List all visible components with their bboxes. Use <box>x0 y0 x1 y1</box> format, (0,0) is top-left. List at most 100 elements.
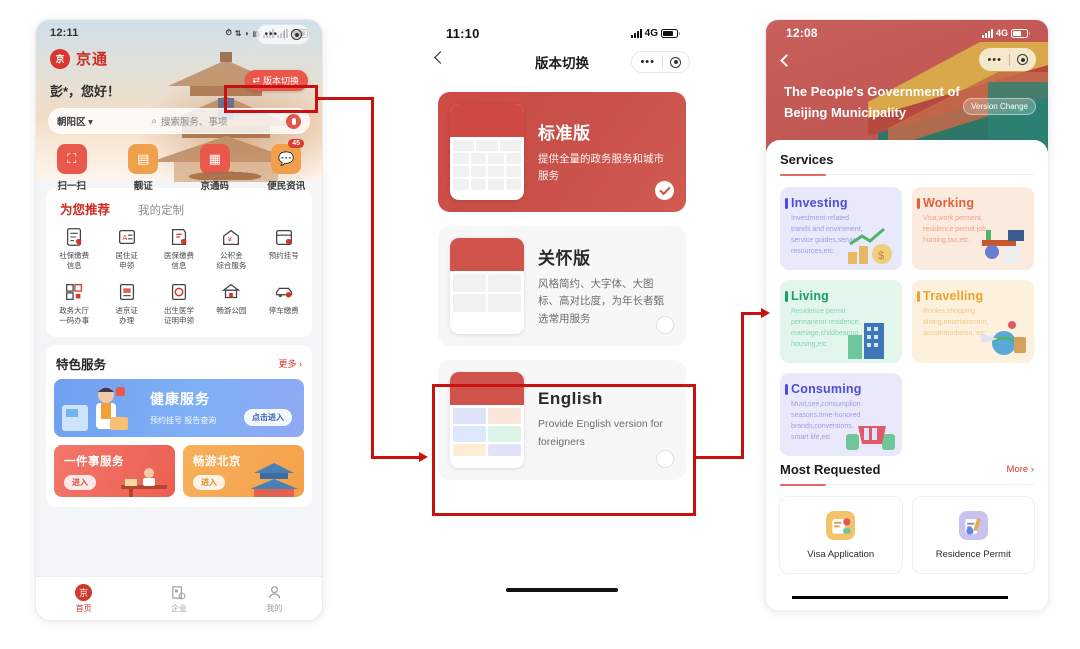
back-chevron-icon[interactable] <box>780 54 793 67</box>
quick-action-news[interactable]: 45 💬 便民资讯 <box>251 139 323 192</box>
battery-icon <box>1011 28 1030 38</box>
service-item[interactable]: 停车缴费 <box>258 281 310 326</box>
version-radio-care[interactable] <box>656 316 674 334</box>
most-requested-grid: Visa Application Residence Permit <box>780 497 1034 573</box>
featured-more-link[interactable]: 更多 › <box>279 357 303 370</box>
target-icon[interactable] <box>291 29 302 40</box>
most-requested-more-link[interactable]: More › <box>1007 464 1034 475</box>
banner-one-thing-service[interactable]: 一件事服务 进入 <box>54 444 175 497</box>
wechat-capsule-phone3[interactable]: ••• <box>979 48 1036 71</box>
requested-label: Visa Application <box>807 548 875 560</box>
english-hero: 12:08 4G ••• The People's Government of … <box>766 20 1048 152</box>
service-item[interactable]: 出生医学 证明申领 <box>153 281 205 326</box>
service-label-2: 证明申领 <box>163 316 194 326</box>
version-card-care[interactable]: 关怀版 风格简约、大字体、大图标、高对比度，为年长者甄选常用服务 <box>438 226 686 346</box>
enterprise-icon <box>172 585 186 599</box>
quick-action-id[interactable]: ▤ 靓证 <box>108 144 180 192</box>
service-card-investing[interactable]: Investing Investment-related trands and … <box>780 187 902 270</box>
tabbar-item-mine[interactable]: 我的 <box>227 584 322 614</box>
requested-item-visa[interactable]: Visa Application <box>780 497 902 573</box>
bottom-tabbar: 京 首页 企业 我的 <box>36 576 322 620</box>
quick-action-label: 扫一扫 <box>57 181 86 192</box>
temple-illustration <box>150 52 302 182</box>
park-icon <box>222 284 241 299</box>
wechat-capsule-phone1[interactable]: ••• <box>256 24 310 45</box>
tab-custom[interactable]: 我的定制 <box>124 202 198 218</box>
preview-body <box>450 137 524 195</box>
preview-row <box>453 153 521 164</box>
doctor-illustration <box>62 386 128 431</box>
screenshot-canvas: 12:11 ⏱ ⇅ ◗ ▤ 京 京通 ••• <box>0 0 1080 649</box>
version-desc: 提供全量的政务服务和城市服务 <box>538 152 664 182</box>
id-doc-icon: A <box>118 229 135 245</box>
travel-icon <box>980 321 1026 355</box>
connector-segment-v <box>371 97 374 459</box>
status-time: 12:08 <box>786 26 818 40</box>
redaction-line <box>792 596 1008 599</box>
service-item[interactable]: 医保缴费 信息 <box>153 226 205 271</box>
cart-icon <box>846 426 895 450</box>
mic-icon[interactable] <box>286 113 301 129</box>
home-icon: 京 <box>75 583 93 601</box>
service-item[interactable]: 社保缴费 信息 <box>48 226 100 271</box>
version-title: 关怀版 <box>538 249 591 269</box>
service-item[interactable]: 畅游公园 <box>205 281 257 326</box>
navbar-phone2: 版本切换 ••• <box>420 46 704 78</box>
banner-button[interactable]: 进入 <box>64 474 96 490</box>
residence-doc-icon <box>958 510 988 540</box>
back-chevron-icon[interactable] <box>434 51 447 64</box>
preview-header <box>450 104 524 137</box>
banner-button[interactable]: 进入 <box>193 474 225 490</box>
version-selected-check-icon[interactable] <box>655 181 674 200</box>
wechat-capsule-phone2[interactable]: ••• <box>631 51 690 73</box>
tabbar-item-enterprise[interactable]: 企业 <box>131 584 226 614</box>
requested-item-residence[interactable]: Residence Permit <box>912 497 1034 573</box>
alarm-icon: ⏱ <box>225 28 232 37</box>
capsule-divider <box>284 29 285 40</box>
service-card-title: Travelling <box>923 289 984 303</box>
clipboard-icon <box>67 228 82 246</box>
more-dots-icon[interactable]: ••• <box>987 54 1002 66</box>
recommend-card: 为您推荐 我的定制 社保缴费 信息 A 居住证 申领 医保缴费 信息 ¥ 公积金 综合服务 … <box>46 188 312 337</box>
service-label-2: 信息 <box>66 261 82 271</box>
service-item[interactable]: 进京证 办理 <box>100 281 152 326</box>
version-text-care: 关怀版 风格简约、大字体、大图标、高对比度，为年长者甄选常用服务 <box>538 244 674 328</box>
building-icon <box>848 323 884 359</box>
requested-label: Residence Permit <box>935 548 1011 560</box>
service-card-working[interactable]: Working Visa,work perment, residence per… <box>912 187 1034 270</box>
district-selector[interactable]: 朝阳区 ▾ <box>57 114 93 128</box>
service-card-consuming[interactable]: Consuming Must,see,consumplion seasons,t… <box>780 373 902 456</box>
tab-recommend[interactable]: 为您推荐 <box>46 199 124 218</box>
more-dots-icon[interactable]: ••• <box>264 29 278 40</box>
health-banner[interactable]: 健康服务 预约挂号 报告查询 点击进入 <box>54 378 304 437</box>
recommend-tabs: 为您推荐 我的定制 <box>46 188 312 218</box>
service-item[interactable]: 预约挂号 <box>258 226 310 271</box>
target-icon[interactable] <box>670 56 681 68</box>
version-preview-care <box>450 238 524 334</box>
connector-segment-h <box>316 97 374 100</box>
health-banner-subtitle: 预约挂号 报告查询 <box>150 415 217 425</box>
quick-action-qr[interactable]: ▦ 京通码 <box>179 144 251 192</box>
version-card-standard[interactable]: 标准版 提供全量的政务服务和城市服务 <box>438 92 686 212</box>
small-banners: 一件事服务 进入 畅游北京 进入 <box>54 444 304 497</box>
target-icon[interactable] <box>1017 54 1028 65</box>
tabbar-item-home[interactable]: 京 首页 <box>36 583 131 614</box>
service-card-travelling[interactable]: Travelling Roules,shopping dining,entert… <box>912 280 1034 363</box>
service-item[interactable]: A 居住证 申领 <box>100 226 152 271</box>
version-change-button[interactable]: Version Change <box>963 98 1036 115</box>
service-item[interactable]: 政务大厅 一码办事 <box>48 281 100 326</box>
version-preview-standard <box>450 104 524 200</box>
quick-action-scan[interactable]: ⛶ 扫一扫 <box>36 144 108 192</box>
banner-travel-beijing[interactable]: 畅游北京 进入 <box>183 444 304 497</box>
network-label: 4G <box>644 27 658 39</box>
more-dots-icon[interactable]: ••• <box>640 56 655 68</box>
id-card-icon: ▤ <box>128 144 159 174</box>
statusbar-phone2: 11:10 4G <box>420 20 704 46</box>
health-banner-button[interactable]: 点击进入 <box>244 408 292 426</box>
service-card-living[interactable]: Living Residence permit permanemt reside… <box>780 280 902 363</box>
signal-icon <box>630 28 642 38</box>
search-input[interactable]: ⌕ 搜索服务、事项 <box>99 114 280 129</box>
connector-segment-h <box>371 456 421 459</box>
service-label-1: 出生医学 <box>163 306 194 316</box>
service-item[interactable]: ¥ 公积金 综合服务 <box>205 226 257 271</box>
